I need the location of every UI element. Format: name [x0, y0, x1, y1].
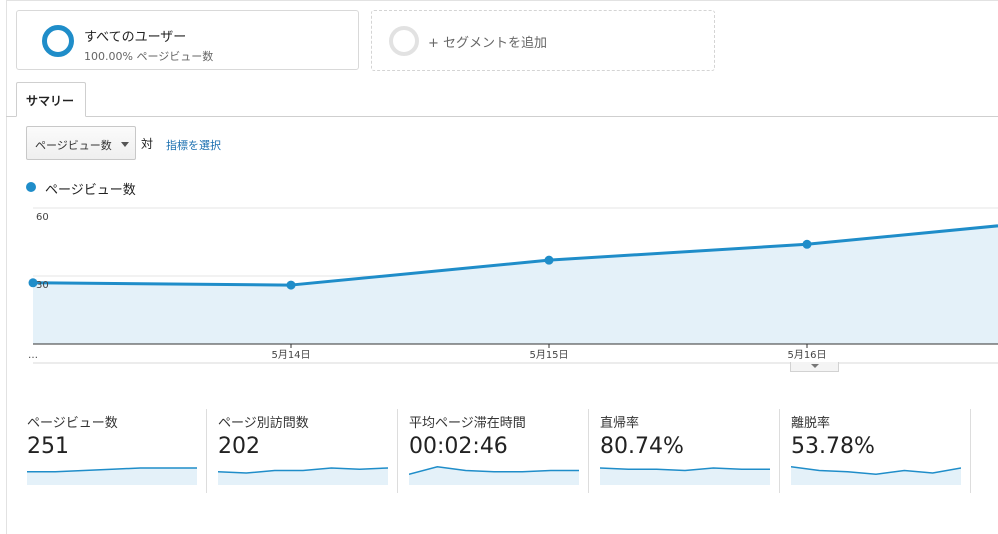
y-tick-label: 60	[36, 212, 49, 223]
scorecard-divider	[206, 409, 207, 493]
metric-select-value: ページビュー数	[35, 139, 112, 152]
tab-strip-divider	[6, 116, 998, 117]
top-border	[6, 0, 998, 1]
sparkline	[600, 467, 770, 485]
add-segment-button[interactable]: + セグメントを追加	[371, 10, 715, 71]
sparkline-area	[27, 468, 197, 485]
scorecard-label: 直帰率	[600, 416, 640, 431]
x-tick-label: …	[28, 350, 38, 361]
scorecard-label: ページビュー数	[27, 416, 118, 431]
scorecard-value: 80.74%	[600, 434, 684, 459]
scorecard-value: 53.78%	[791, 434, 875, 459]
scorecard-divider	[779, 409, 780, 493]
legend-dot-icon	[26, 182, 36, 192]
scorecard-unique-pageviews[interactable]: ページ別訪問数 202	[218, 409, 409, 493]
x-tick-label: 5月14日	[271, 349, 310, 361]
tab-summary-label: サマリー	[26, 94, 75, 108]
add-segment-label: + セグメントを追加	[428, 36, 548, 51]
sparkline-area	[409, 466, 579, 485]
segment-ring-icon	[42, 25, 74, 57]
data-point[interactable]	[544, 255, 554, 265]
scorecard-avg-time-on-page[interactable]: 平均ページ滞在時間 00:02:46	[409, 409, 600, 493]
scorecard-pageviews[interactable]: ページビュー数 251	[27, 409, 218, 493]
scorecard-label: ページ別訪問数	[218, 416, 309, 431]
scorecard-divider	[970, 409, 971, 493]
pageviews-chart[interactable]: 60 30 … 5月14日 5月15日 5月16日	[0, 200, 998, 375]
scorecard-divider	[397, 409, 398, 493]
sparkline	[409, 465, 579, 485]
scorecard-bounce-rate[interactable]: 直帰率 80.74%	[600, 409, 791, 493]
metric-select-dropdown[interactable]: ページビュー数	[26, 126, 136, 160]
legend-label: ページビュー数	[45, 183, 136, 198]
chevron-down-icon	[121, 142, 129, 147]
scorecard-value: 251	[27, 434, 69, 459]
segment-all-users[interactable]: すべてのユーザー 100.00% ページビュー数	[16, 10, 359, 70]
empty-segment-ring-icon	[389, 26, 419, 56]
chevron-down-icon	[811, 364, 819, 368]
data-point[interactable]	[802, 239, 812, 249]
select-metric-link[interactable]: 指標を選択	[166, 137, 221, 153]
data-point[interactable]	[286, 280, 296, 290]
x-tick-label: 5月15日	[529, 349, 568, 361]
scorecard-label: 離脱率	[791, 416, 831, 431]
scorecard-divider	[588, 409, 589, 493]
x-tick-label: 5月16日	[787, 349, 826, 361]
segment-name: すべてのユーザー	[84, 30, 187, 45]
versus-label: 対	[141, 137, 154, 151]
sparkline	[218, 467, 388, 485]
scorecard-value: 00:02:46	[409, 434, 508, 459]
scorecard-label: 平均ページ滞在時間	[409, 416, 526, 431]
chart-collapse-toggle[interactable]	[790, 362, 839, 372]
y-tick-label: 30	[36, 280, 49, 291]
scorecard-value: 202	[218, 434, 260, 459]
sparkline	[27, 467, 197, 485]
segment-percentage: 100.00% ページビュー数	[84, 50, 214, 63]
sparkline	[791, 466, 961, 485]
area-fill	[33, 225, 998, 344]
tab-summary[interactable]: サマリー	[16, 82, 86, 117]
scorecard-exit-rate[interactable]: 離脱率 53.78%	[791, 409, 982, 493]
